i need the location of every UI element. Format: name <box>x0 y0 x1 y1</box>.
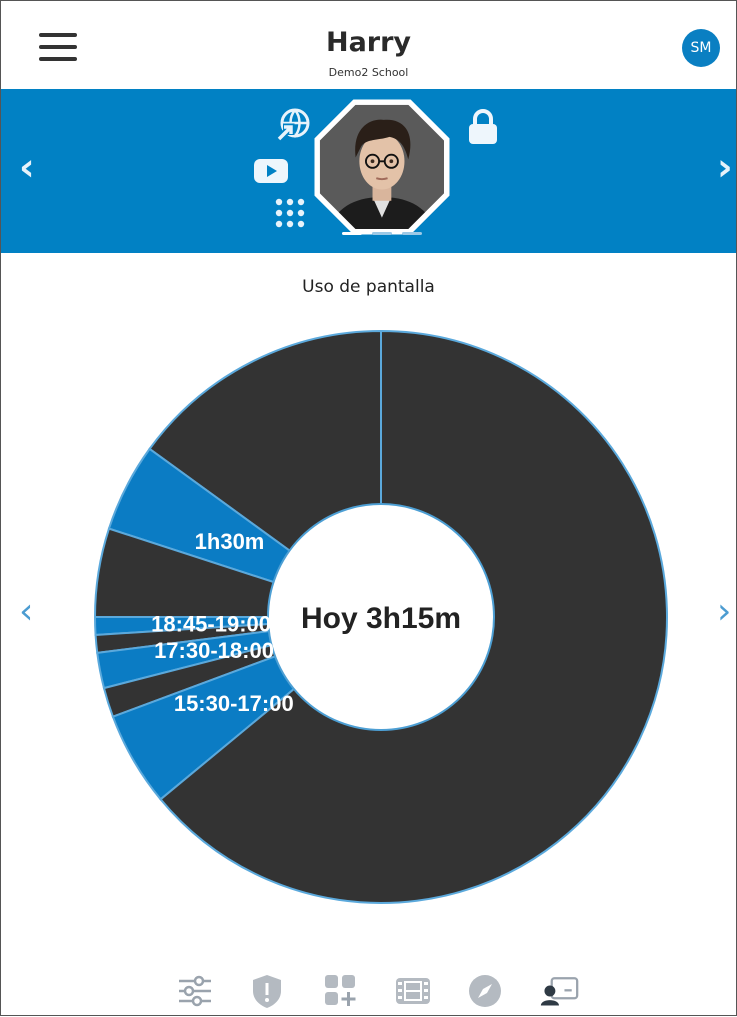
chevron-left-icon[interactable]: ‹ <box>19 145 35 189</box>
slice-label: 18:45-19:00 <box>151 611 271 636</box>
youtube-icon[interactable] <box>253 157 289 185</box>
settings-sliders-icon[interactable] <box>175 971 215 1011</box>
section-title: Uso de pantalla <box>302 277 435 297</box>
shield-alert-icon[interactable] <box>247 971 287 1011</box>
slice-label: 17:30-18:00 <box>154 638 274 663</box>
bottom-navigation <box>1 961 736 1017</box>
center-label: Hoy 3h15m <box>301 602 461 635</box>
apps-grid-icon[interactable] <box>274 197 306 229</box>
film-icon[interactable] <box>393 971 433 1011</box>
chevron-right-icon[interactable]: › <box>717 145 733 189</box>
compass-icon[interactable] <box>465 971 505 1011</box>
profile-photo[interactable] <box>314 99 450 235</box>
top-bar: Harry Demo2 School SM <box>1 1 736 89</box>
add-app-icon[interactable] <box>321 971 361 1011</box>
chevron-left-icon[interactable]: ‹ <box>19 591 33 632</box>
slice-label: 1h30m <box>195 529 265 554</box>
user-screen-icon[interactable] <box>539 971 579 1011</box>
screen-time-chart: Hoy 3h15m 1h30m 18:45-19:0017:30-18:00 15:… <box>93 329 668 904</box>
globe-redirect-icon[interactable] <box>275 107 311 143</box>
page-subtitle: Demo2 School <box>328 66 409 79</box>
chevron-right-icon[interactable]: › <box>717 591 731 632</box>
page-title: Harry <box>325 27 412 58</box>
slice-label: 15:30-17:00 <box>174 691 294 716</box>
user-avatar[interactable]: SM <box>682 29 720 67</box>
carousel-indicator <box>342 232 422 235</box>
lock-icon[interactable] <box>465 107 501 147</box>
profile-banner: ‹ › <box>1 89 736 253</box>
